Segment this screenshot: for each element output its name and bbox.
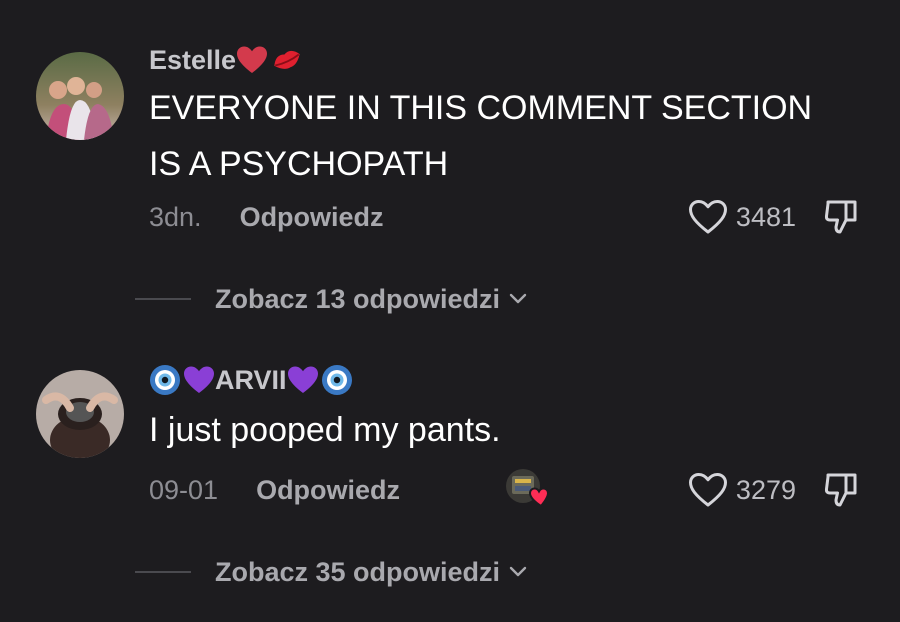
comment-2: ARVII I just pooped my pants. 09-01 Odpo… [0,330,900,622]
nazar-eye-icon [150,365,180,395]
red-heart-icon [237,46,268,73]
username-text: ARVII [215,364,287,395]
replies-divider [135,298,191,300]
thumbs-down-icon[interactable] [822,469,862,509]
comment-text: I just pooped my pants. [149,411,501,449]
view-replies-label: Zobacz 35 odpowiedzi [215,556,501,587]
view-replies-button[interactable]: Zobacz 13 odpowiedzi [135,279,528,319]
like-count: 3481 [735,201,796,232]
view-replies-label: Zobacz 13 odpowiedzi [215,283,501,314]
comment-1: Estelle EVERYONE IN THIS COMMENT SECTION… [0,0,900,330]
reply-button[interactable]: Odpowiedz [240,202,384,233]
heart-outline-icon [688,473,727,507]
replies-divider [135,571,191,573]
reply-button[interactable]: Odpowiedz [256,475,400,506]
like-count: 3279 [735,474,796,505]
purple-heart-icon [184,366,214,393]
avatar-arvii[interactable] [36,370,124,458]
creator-liked-icon [506,469,550,508]
comment-meta: 3dn. Odpowiedz [149,197,384,237]
purple-heart-icon [287,366,318,393]
like-button[interactable]: 3279 [688,470,796,510]
thumbs-down-icon[interactable] [822,196,862,236]
comment-text: EVERYONE IN THIS COMMENT SECTION IS A PS… [149,89,813,183]
username[interactable]: ARVII [149,360,353,400]
comment-meta: 09-01 Odpowiedz [149,470,400,510]
chevron-down-icon [509,293,527,304]
like-button[interactable]: 3481 [688,197,796,237]
comment-time: 3dn. [149,201,202,232]
username[interactable]: Estelle [149,40,304,80]
chevron-down-icon [509,566,527,577]
avatar-estelle[interactable] [36,52,124,140]
comment-time: 09-01 [149,474,219,505]
heart-outline-icon [688,200,727,234]
kiss-lips-icon [274,50,300,69]
view-replies-button[interactable]: Zobacz 35 odpowiedzi [135,552,528,592]
nazar-eye-icon [321,365,352,395]
username-text: Estelle [149,44,237,75]
